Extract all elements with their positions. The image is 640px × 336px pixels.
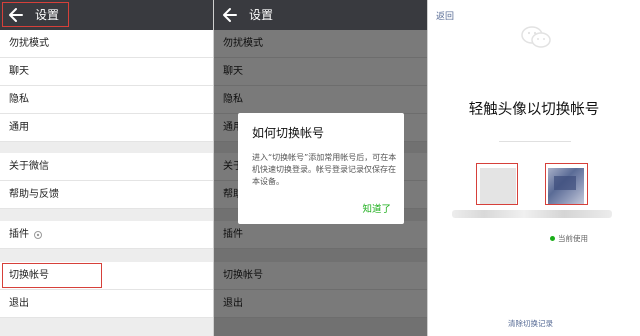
settings-item-label: 关于微信 bbox=[9, 161, 49, 172]
settings-item-label: 勿扰模式 bbox=[9, 38, 49, 49]
title-divider bbox=[499, 141, 571, 142]
settings-title: 设置 bbox=[249, 8, 274, 22]
highlight-box-title bbox=[2, 2, 69, 27]
settings-item-label: 通用 bbox=[9, 122, 29, 133]
back-link[interactable]: 返回 bbox=[436, 9, 454, 22]
settings-item-label: 退出 bbox=[9, 298, 29, 309]
plugin-icon bbox=[34, 231, 42, 239]
highlight-box-avatar-right bbox=[545, 163, 588, 205]
current-account-label: 当前使用 bbox=[558, 234, 588, 243]
settings-item-label: 插件 bbox=[9, 229, 29, 240]
highlight-box-switch-account bbox=[2, 263, 102, 288]
switch-account-title: 轻触头像以切换帐号 bbox=[468, 102, 600, 118]
dialog-title: 如何切换帐号 bbox=[252, 126, 325, 140]
settings-item-privacy[interactable]: 隐私 bbox=[0, 86, 213, 114]
settings-screen: 设置 勿扰模式 聊天 隐私 通用 关于微信 帮助与反馈 插件 切换帐号 退出 bbox=[0, 0, 213, 336]
settings-item-logout[interactable]: 退出 bbox=[0, 290, 213, 318]
back-arrow-icon[interactable] bbox=[220, 4, 240, 26]
switch-account-screen: 返回 轻触头像以切换帐号 当前使用 清除切换记录 bbox=[428, 0, 640, 336]
settings-item-about[interactable]: 关于微信 bbox=[0, 153, 213, 181]
blurred-account-names bbox=[452, 210, 612, 218]
current-indicator-dot bbox=[550, 236, 555, 241]
settings-dialog-screen: 设置 勿扰模式 聊天 隐私 通用 关于微信 帮助与反馈 插件 切换帐号 退出 如… bbox=[214, 0, 427, 336]
dialog-body: 进入“切换帐号”添加常用帐号后，可在本机快速切换登录。帐号登录记录仅保存在本设备… bbox=[252, 153, 397, 186]
settings-item-label: 帮助与反馈 bbox=[9, 189, 59, 200]
settings-item-plugins[interactable]: 插件 bbox=[0, 221, 213, 249]
settings-item-chat[interactable]: 聊天 bbox=[0, 58, 213, 86]
settings-item-general[interactable]: 通用 bbox=[0, 114, 213, 142]
wechat-logo-icon bbox=[521, 26, 551, 48]
settings-item-help[interactable]: 帮助与反馈 bbox=[0, 181, 213, 209]
settings-item-do-not-disturb[interactable]: 勿扰模式 bbox=[0, 30, 213, 58]
switch-account-dialog: 如何切换帐号 进入“切换帐号”添加常用帐号后，可在本机快速切换登录。帐号登录记录… bbox=[238, 113, 404, 224]
settings-titlebar: 设置 bbox=[214, 0, 427, 30]
settings-item-label: 隐私 bbox=[9, 94, 29, 105]
clear-switch-record-link[interactable]: 清除切换记录 bbox=[508, 318, 553, 329]
settings-item-label: 聊天 bbox=[9, 66, 29, 77]
dialog-ok-button[interactable]: 知道了 bbox=[362, 201, 391, 215]
highlight-box-avatar-left bbox=[476, 163, 518, 205]
